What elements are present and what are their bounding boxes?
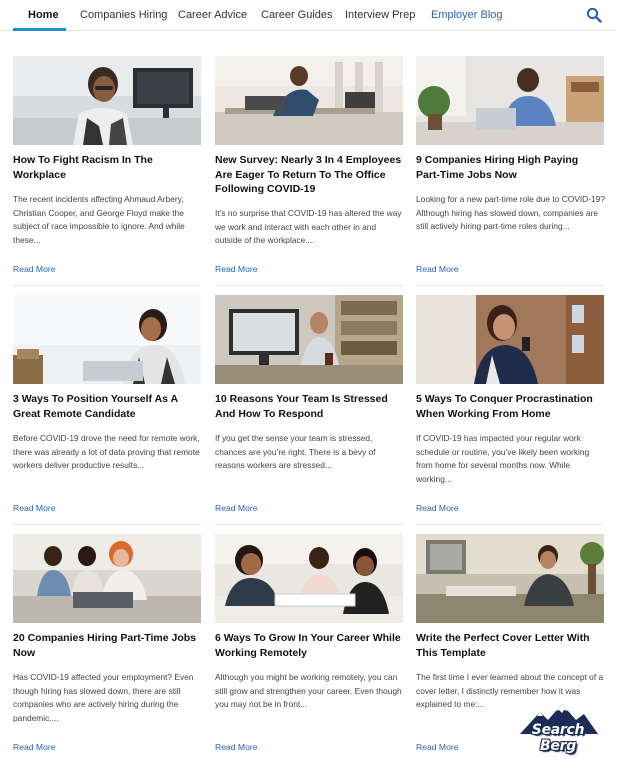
article-excerpt: If COVID-19 has impacted your regular wo… bbox=[416, 433, 590, 484]
search-berg-logo: Search Berg bbox=[512, 700, 604, 754]
article-image[interactable] bbox=[13, 56, 201, 145]
nav-employer-blog[interactable]: Employer Blog bbox=[431, 9, 503, 21]
article-title[interactable]: How To Fight Racism In The Workplace bbox=[13, 153, 201, 182]
card-divider bbox=[215, 524, 403, 525]
nav-interview-prep[interactable]: Interview Prep bbox=[345, 9, 415, 21]
article-title[interactable]: 3 Ways To Position Yourself As A Great R… bbox=[13, 392, 201, 421]
read-more-link[interactable]: Read More bbox=[215, 264, 258, 274]
read-more-link[interactable]: Read More bbox=[215, 503, 258, 513]
article-excerpt: Although you might be working remotely, … bbox=[215, 672, 402, 710]
active-tab-indicator bbox=[13, 28, 66, 31]
article-excerpt: The recent incidents affecting Ahmaud Ar… bbox=[13, 194, 185, 245]
card-divider bbox=[13, 285, 201, 286]
read-more-link[interactable]: Read More bbox=[416, 264, 459, 274]
read-more-link[interactable]: Read More bbox=[13, 742, 56, 752]
card-divider bbox=[215, 285, 403, 286]
read-more-link[interactable]: Read More bbox=[13, 264, 56, 274]
article-image[interactable] bbox=[416, 534, 604, 623]
search-icon bbox=[586, 7, 602, 23]
nav-companies-hiring[interactable]: Companies Hiring bbox=[80, 9, 167, 21]
article-title[interactable]: 6 Ways To Grow In Your Career While Work… bbox=[215, 631, 403, 660]
top-nav: Home Companies Hiring Career Advice Care… bbox=[0, 0, 617, 31]
article-title[interactable]: Write the Perfect Cover Letter With This… bbox=[416, 631, 604, 660]
article-image[interactable] bbox=[416, 295, 604, 384]
read-more-link[interactable]: Read More bbox=[13, 503, 56, 513]
article-title[interactable]: 20 Companies Hiring Part-Time Jobs Now bbox=[13, 631, 201, 660]
nav-career-advice[interactable]: Career Advice bbox=[178, 9, 247, 21]
article-image[interactable] bbox=[13, 295, 201, 384]
card-divider bbox=[416, 524, 604, 525]
article-excerpt: Looking for a new part-time role due to … bbox=[416, 194, 605, 232]
read-more-link[interactable]: Read More bbox=[215, 742, 258, 752]
card-divider bbox=[416, 285, 604, 286]
read-more-link[interactable]: Read More bbox=[416, 503, 459, 513]
read-more-link[interactable]: Read More bbox=[416, 742, 459, 752]
article-excerpt: Before COVID-19 drove the need for remot… bbox=[13, 433, 200, 471]
nav-home[interactable]: Home bbox=[28, 9, 59, 21]
brand-name: Search Berg bbox=[531, 722, 585, 754]
article-image[interactable] bbox=[215, 56, 403, 145]
article-title[interactable]: 5 Ways To Conquer Procrastination When W… bbox=[416, 392, 604, 421]
article-excerpt: If you get the sense your team is stress… bbox=[215, 433, 376, 471]
article-title[interactable]: 10 Reasons Your Team Is Stressed And How… bbox=[215, 392, 403, 421]
article-excerpt: Has COVID-19 affected your employment? E… bbox=[13, 672, 194, 723]
article-excerpt: It’s no surprise that COVID-19 has alter… bbox=[215, 208, 402, 246]
article-image[interactable] bbox=[416, 56, 604, 145]
card-divider bbox=[13, 524, 201, 525]
article-title[interactable]: New Survey: Nearly 3 In 4 Employees Are … bbox=[215, 153, 403, 197]
article-image[interactable] bbox=[215, 295, 403, 384]
nav-career-guides[interactable]: Career Guides bbox=[261, 9, 333, 21]
article-image[interactable] bbox=[215, 534, 403, 623]
article-image[interactable] bbox=[13, 534, 201, 623]
search-button[interactable] bbox=[586, 7, 602, 23]
article-title[interactable]: 9 Companies Hiring High Paying Part-Time… bbox=[416, 153, 604, 182]
